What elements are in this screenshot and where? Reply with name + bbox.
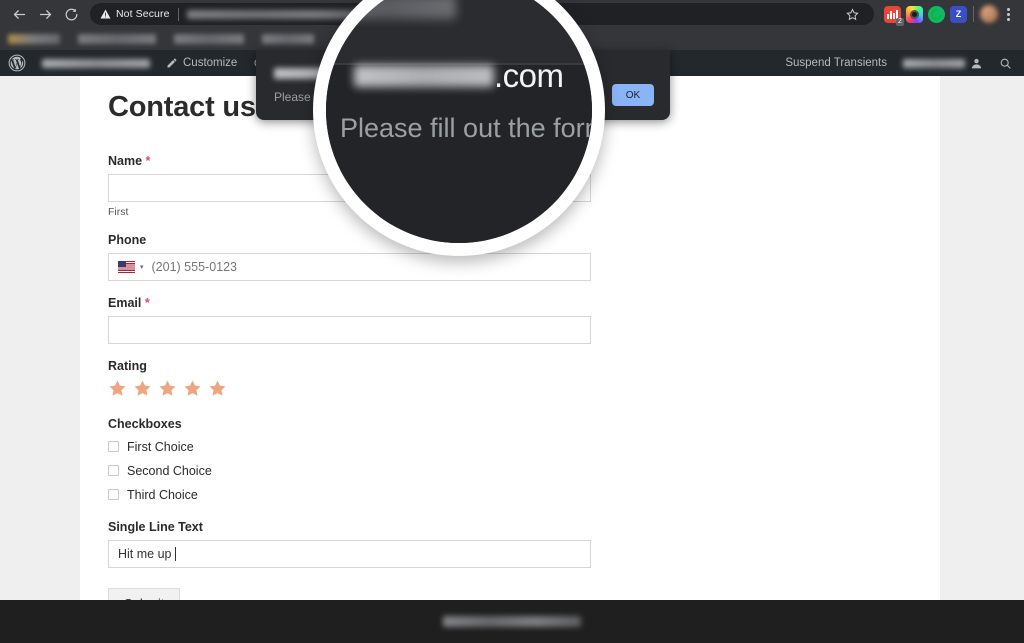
forward-arrow-icon[interactable] [32,1,58,27]
magnified-bookmark-redacted [326,0,456,19]
field-rating: Rating [108,359,912,398]
star-icon[interactable] [208,379,227,398]
star-icon[interactable] [158,379,177,398]
magnified-dialog-message: Please fill out the form [340,113,592,143]
single-line-text-value: Hit me up [118,546,172,561]
magnified-host-tld: .com [494,57,564,94]
extensions-area: 2 Z [884,5,967,26]
extension-icon-green[interactable] [928,5,945,23]
reload-icon[interactable] [58,1,84,27]
bookmark-item[interactable] [8,34,60,44]
star-icon[interactable] [183,379,202,398]
omnibox-divider [177,7,179,21]
user-avatar-icon [970,57,983,70]
label-email: Email * [108,295,150,310]
kebab-menu-icon[interactable] [998,3,1018,25]
wp-search-button[interactable] [991,50,1018,76]
warning-triangle-icon [100,9,111,19]
pencil-icon [166,57,178,69]
site-footer [0,600,1024,643]
profile-avatar[interactable] [980,5,998,23]
required-asterisk-name: * [145,153,151,168]
back-arrow-icon[interactable] [6,1,32,27]
footer-text-redacted [443,616,581,627]
bookmark-item[interactable] [78,34,156,44]
star-icon[interactable] [840,2,864,26]
checkbox-icon[interactable] [108,465,119,477]
extension-icon-rainbow[interactable] [906,5,923,23]
dialog-ok-button[interactable]: OK [612,84,654,106]
required-asterisk-email: * [144,295,150,310]
screen: Contact us! Name * First Phone ▾ (201) 5 [0,0,1024,643]
label-rating: Rating [108,358,147,373]
field-email: Email * [108,296,912,344]
single-line-text-input[interactable]: Hit me up [108,539,591,568]
wordpress-logo-icon [8,54,26,72]
rating-stars[interactable] [108,379,912,398]
security-status-label: Not Secure [116,8,170,20]
label-checkboxes: Checkboxes [108,416,182,431]
magnifier-lens-viewport: .com Please fill out the form [326,0,592,243]
bookmark-item[interactable] [262,34,314,44]
country-chevron-down-icon[interactable]: ▾ [140,263,144,271]
checkbox-label: Third Choice [127,487,198,502]
email-input[interactable] [108,315,591,344]
wp-account-item[interactable] [895,50,991,76]
text-cursor [174,546,176,561]
checkbox-icon[interactable] [108,441,119,453]
field-checkboxes: Checkboxes First Choice Second Choice Th… [108,417,912,502]
extension-icon-red[interactable]: 2 [884,5,904,26]
bookmark-item[interactable] [174,34,244,44]
account-name-redacted [903,58,965,68]
wp-logo-item[interactable] [0,50,34,76]
us-flag-icon[interactable] [118,260,135,273]
wp-site-name[interactable] [34,50,158,76]
checkbox-label: Second Choice [127,463,212,478]
checkbox-row-first[interactable]: First Choice [108,440,912,454]
star-icon[interactable] [133,379,152,398]
extension-icon-zotero[interactable]: Z [950,5,967,23]
search-icon [999,57,1012,70]
magnified-content: .com Please fill out the form [326,0,592,243]
phone-placeholder: (201) 555-0123 [151,259,237,274]
phone-input[interactable]: ▾ (201) 555-0123 [108,252,591,281]
magnified-host-redacted [354,65,494,87]
label-single-line-text: Single Line Text [108,519,203,534]
checkbox-icon[interactable] [108,489,119,501]
wp-suspend-transients-label: Suspend Transients [785,57,887,69]
site-name-redacted [42,58,150,68]
wp-customize-label: Customize [183,57,238,69]
field-single-line-text: Single Line Text Hit me up [108,520,912,568]
toolbar-divider [973,6,974,22]
checkbox-row-third[interactable]: Third Choice [108,488,912,502]
wp-suspend-transients[interactable]: Suspend Transients [777,50,895,76]
extension-badge-count: 2 [896,17,904,26]
magnifier-lens: .com Please fill out the form [313,0,605,256]
checkbox-label: First Choice [127,439,194,454]
wp-customize-link[interactable]: Customize [158,50,245,76]
checkbox-row-second[interactable]: Second Choice [108,464,912,478]
star-icon[interactable] [108,379,127,398]
